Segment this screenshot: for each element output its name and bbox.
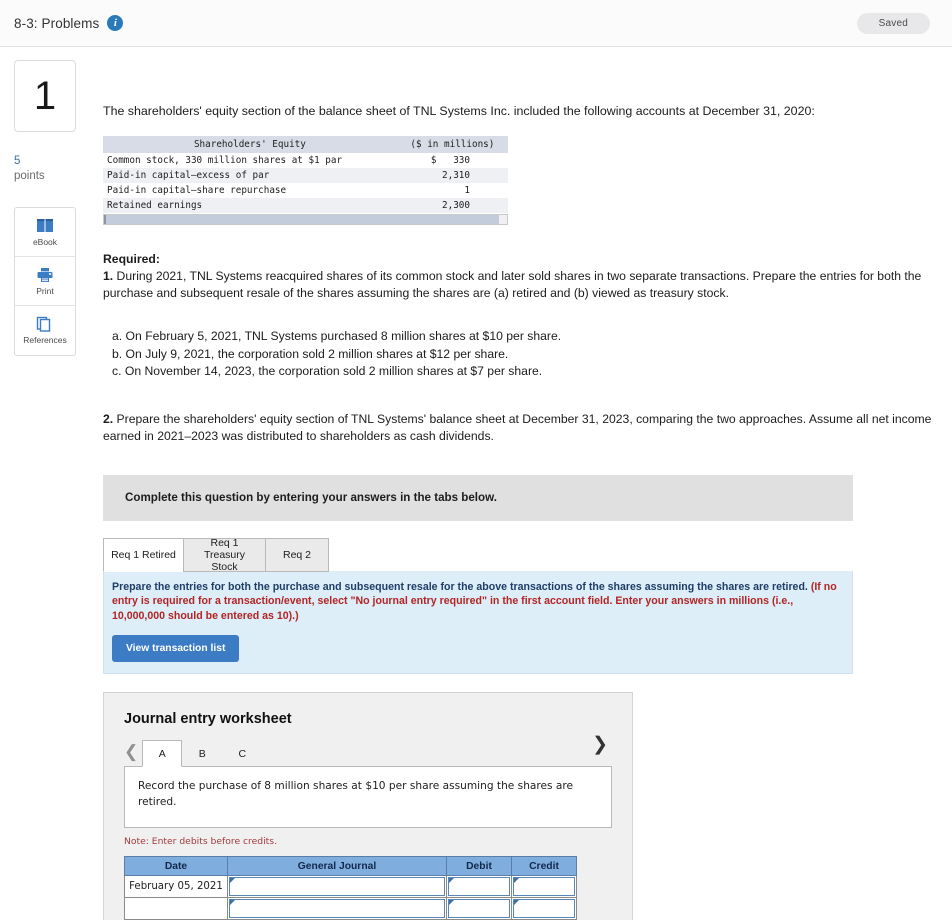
account-select-field[interactable] — [229, 877, 445, 896]
requirement-1-number: 1. — [103, 269, 114, 283]
chevron-right-icon[interactable]: ❯ — [592, 735, 612, 761]
print-label: Print — [36, 285, 54, 296]
journal-date-cell[interactable]: February 05, 2021 — [124, 875, 228, 898]
table-row — [124, 897, 577, 920]
exhibit-row-label: Retained earnings — [107, 200, 203, 211]
tab-req-1-treasury-stock[interactable]: Req 1 Treasury Stock — [183, 537, 266, 573]
tool-group: eBook Print References — [14, 207, 76, 356]
exhibit-header-units: ($ in millions) — [410, 139, 495, 150]
requirement-2: 2. Prepare the shareholders' equity sect… — [103, 411, 952, 445]
requirement-1-text: During 2021, TNL Systems reacquired shar… — [103, 269, 922, 300]
references-label: References — [23, 335, 67, 345]
column-header-credit: Credit — [511, 856, 577, 876]
journal-account-cell[interactable] — [227, 897, 447, 920]
question-rail: 1 5 points eBook Print References — [0, 47, 96, 356]
journal-date-cell[interactable] — [124, 897, 228, 920]
exhibit-row-label: Common stock, 330 million shares at $1 p… — [107, 155, 343, 166]
journal-debit-cell[interactable] — [446, 897, 512, 920]
worksheet-note: Note: Enter debits before credits. — [124, 836, 277, 847]
worksheet-description: Record the purchase of 8 million shares … — [124, 766, 612, 828]
transaction-list: a. On February 5, 2021, TNL Systems purc… — [103, 328, 952, 381]
exhibit-header-row: Shareholders' Equity ($ in millions) — [103, 136, 508, 153]
list-item: b. On July 9, 2021, the corporation sold… — [112, 346, 509, 361]
question-content: The shareholders' equity section of the … — [96, 47, 952, 920]
column-header-date: Date — [124, 856, 228, 876]
page-title: 8-3: Problems — [14, 15, 100, 31]
copy-pages-icon — [36, 316, 54, 332]
worksheet-tab-b[interactable]: B — [182, 740, 222, 767]
tab-req-1-retired[interactable]: Req 1 Retired — [103, 537, 184, 572]
journal-debit-cell[interactable] — [446, 875, 512, 898]
table-row: Common stock, 330 million shares at $1 p… — [103, 153, 508, 168]
complete-question-banner: Complete this question by entering your … — [103, 474, 853, 521]
scrollbar-thumb[interactable] — [104, 215, 499, 224]
debit-input-field[interactable] — [448, 899, 510, 918]
points-value: 5 — [14, 155, 21, 167]
credit-input-field[interactable] — [513, 899, 575, 918]
top-bar: 8-3: Problems i Saved — [0, 0, 952, 47]
exhibit-row-amount: 1 — [464, 185, 470, 196]
instruction-main-text: Prepare the entries for both the purchas… — [112, 580, 808, 593]
worksheet-tab-a[interactable]: A — [142, 740, 183, 767]
exhibit-horizontal-scrollbar[interactable] — [103, 214, 508, 225]
instruction-panel: Prepare the entries for both the purchas… — [103, 570, 853, 674]
journal-entry-table: Date General Journal Debit Credit Februa… — [124, 856, 577, 920]
list-item: a. On February 5, 2021, TNL Systems purc… — [112, 329, 562, 343]
exhibit-row-amount: $ 330 — [430, 155, 470, 166]
exhibit-header-label: Shareholders' Equity — [193, 139, 306, 150]
intro-paragraph: The shareholders' equity section of the … — [103, 104, 815, 118]
references-button[interactable]: References — [15, 306, 75, 355]
chevron-left-icon[interactable]: ❮ — [124, 743, 142, 767]
journal-entry-worksheet: Journal entry worksheet ❮ A B C ❯ Record… — [103, 692, 633, 920]
exhibit-row-amount: 2,300 — [442, 200, 470, 211]
status-badge-saved: Saved — [856, 13, 930, 34]
ebook-button[interactable]: eBook — [15, 208, 75, 257]
list-item: c. On November 14, 2023, the corporation… — [112, 364, 543, 378]
exhibit-row-amount: 2,310 — [442, 170, 470, 181]
shareholders-equity-table: Shareholders' Equity ($ in millions) Com… — [103, 136, 508, 213]
ebook-label: eBook — [32, 236, 58, 247]
book-icon — [36, 218, 54, 234]
credit-input-field[interactable] — [513, 877, 575, 896]
points-label: points — [14, 170, 45, 182]
debit-input-field[interactable] — [448, 877, 510, 896]
question-number-card: 1 — [14, 60, 76, 132]
tab-req-2[interactable]: Req 2 — [265, 537, 329, 572]
requirement-2-number: 2. — [103, 411, 114, 426]
requirement-tabs: Req 1 Retired Req 1 Treasury Stock Req 2 — [103, 537, 952, 573]
exhibit-container: Shareholders' Equity ($ in millions) Com… — [103, 136, 508, 225]
required-heading: Required: — [103, 252, 160, 266]
worksheet-tab-c[interactable]: C — [222, 740, 262, 767]
journal-header-row: Date General Journal Debit Credit — [124, 856, 577, 876]
worksheet-tab-strip: ❮ A B C ❯ — [124, 735, 612, 767]
table-row: Paid-in capital—excess of par 2,310 — [103, 168, 508, 183]
printer-icon — [36, 267, 54, 283]
view-transaction-list-button[interactable]: View transaction list — [112, 635, 240, 662]
account-select-field[interactable] — [229, 899, 445, 918]
table-row: February 05, 2021 — [124, 875, 577, 898]
column-header-debit: Debit — [446, 856, 512, 876]
column-header-general-journal: General Journal — [227, 856, 447, 876]
required-section: Required: 1. During 2021, TNL Systems re… — [103, 251, 952, 302]
requirement-2-text: Prepare the shareholders' equity section… — [103, 411, 932, 443]
requirement-1: 1. During 2021, TNL Systems reacquired s… — [103, 268, 952, 302]
exhibit-row-label: Paid-in capital—share repurchase — [107, 185, 287, 196]
print-button[interactable]: Print — [15, 257, 75, 306]
points-block: 5 points — [14, 154, 96, 184]
page-body: 1 5 points eBook Print References The sh… — [0, 47, 952, 920]
table-row: Retained earnings 2,300 — [103, 198, 508, 213]
exhibit-row-label: Paid-in capital—excess of par — [107, 170, 270, 181]
journal-credit-cell[interactable] — [511, 875, 577, 898]
journal-account-cell[interactable] — [227, 875, 447, 898]
table-row: Paid-in capital—share repurchase 1 — [103, 183, 508, 198]
journal-credit-cell[interactable] — [511, 897, 577, 920]
worksheet-title: Journal entry worksheet — [124, 711, 292, 727]
info-icon[interactable]: i — [107, 15, 124, 31]
